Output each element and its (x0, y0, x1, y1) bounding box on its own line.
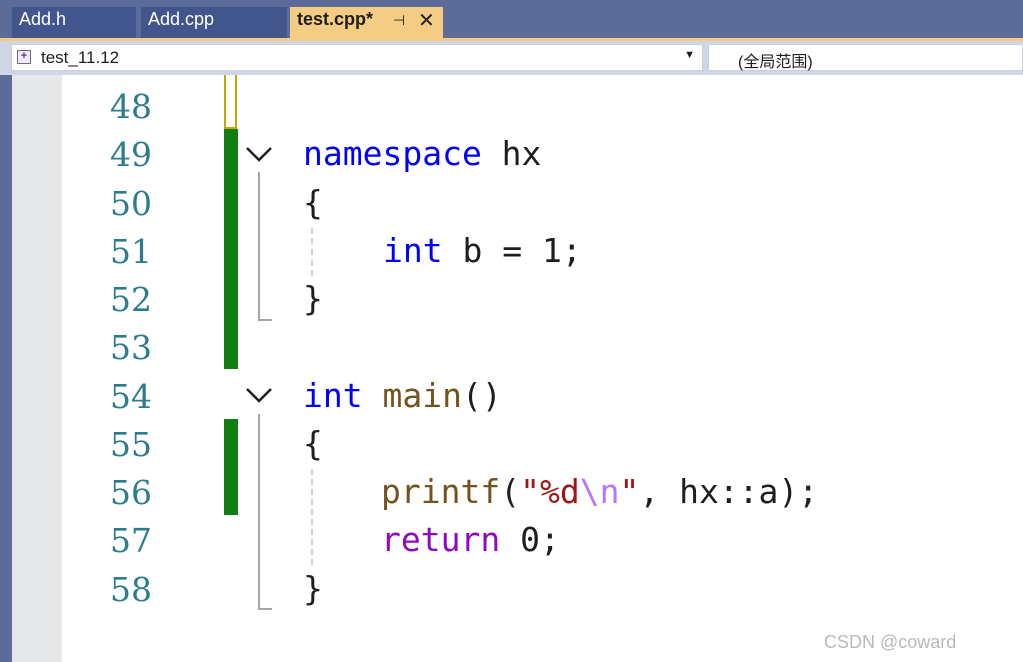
tab-add-cpp[interactable]: Add.cpp (141, 7, 288, 38)
pin-icon[interactable]: ⊣ (393, 12, 405, 29)
collapse-chevron-icon[interactable] (246, 144, 272, 164)
unsaved-change-marker (224, 75, 237, 129)
code-line-58[interactable]: } (303, 565, 323, 613)
tab-label: Add.h (19, 9, 67, 29)
tab-test-cpp[interactable]: test.cpp* ⊣ ✕ (290, 7, 444, 38)
line-number: 56 (110, 473, 152, 512)
line-number: 48 (110, 87, 152, 126)
navigation-bar: + test_11.12 ▼ (全局范围) (0, 41, 1023, 75)
project-name: test_11.12 (41, 48, 120, 67)
code-text: , hx::a); (639, 472, 819, 511)
close-icon[interactable]: ✕ (418, 8, 435, 33)
class-icon: + (17, 50, 31, 64)
escape-sequence: \n (579, 472, 620, 511)
tab-add-h[interactable]: Add.h (12, 7, 137, 38)
close-brace: } (303, 279, 323, 318)
keyword: int (383, 231, 443, 270)
code-line-50[interactable]: { (303, 179, 323, 227)
chevron-down-icon: ▼ (684, 49, 695, 61)
string-quote: " (619, 472, 640, 511)
line-number: 55 (110, 425, 152, 464)
line-number: 54 (110, 377, 152, 416)
line-number: 57 (110, 521, 152, 560)
code-text: hx (481, 134, 542, 173)
code-text: b = 1; (442, 231, 582, 270)
line-number: 49 (110, 135, 152, 174)
keyword: namespace (303, 134, 482, 173)
keyword: int (303, 376, 363, 415)
function-name: main (382, 376, 462, 415)
code-line-56[interactable]: printf("%d\n", hx::a); (381, 468, 818, 516)
collapse-chevron-icon[interactable] (246, 385, 272, 405)
function-name: printf (381, 472, 501, 511)
open-brace: { (303, 424, 323, 463)
line-number: 52 (110, 280, 152, 319)
code-line-54[interactable]: int main() (303, 372, 502, 420)
open-brace: { (303, 183, 323, 222)
indent-guide (311, 228, 313, 276)
code-text: () (461, 376, 502, 415)
code-line-52[interactable]: } (303, 275, 323, 323)
watermark: CSDN @coward (824, 632, 957, 652)
code-text: 0; (500, 520, 560, 559)
string-quote: " (520, 472, 540, 511)
tab-label: Add.cpp (148, 9, 215, 29)
indicator-margin[interactable] (12, 75, 62, 662)
document-tab-bar: Add.h Add.cpp test.cpp* ⊣ ✕ (0, 0, 1023, 40)
line-number: 53 (110, 328, 152, 367)
line-number: 51 (110, 232, 152, 271)
format-specifier: %d (539, 472, 580, 511)
indent-guide (311, 469, 313, 565)
close-brace: } (303, 569, 323, 608)
saved-change-marker (224, 129, 238, 369)
fold-region-line (258, 172, 272, 321)
line-number: 58 (110, 570, 152, 609)
scope-dropdown[interactable]: (全局范围) (708, 44, 1023, 71)
saved-change-marker (224, 419, 238, 515)
code-line-49[interactable]: namespace hx (303, 130, 541, 178)
scope-name: (全局范围) (738, 54, 813, 71)
project-dropdown[interactable]: + test_11.12 ▼ (11, 44, 703, 71)
tab-label: test.cpp* (297, 9, 374, 29)
line-number: 50 (110, 184, 152, 223)
fold-region-line (258, 414, 272, 610)
code-text: ( (500, 472, 521, 511)
code-line-55[interactable]: { (303, 420, 323, 468)
code-line-51[interactable]: int b = 1; (383, 227, 582, 275)
code-line-57[interactable]: return 0; (381, 516, 560, 564)
control-keyword: return (381, 520, 501, 559)
